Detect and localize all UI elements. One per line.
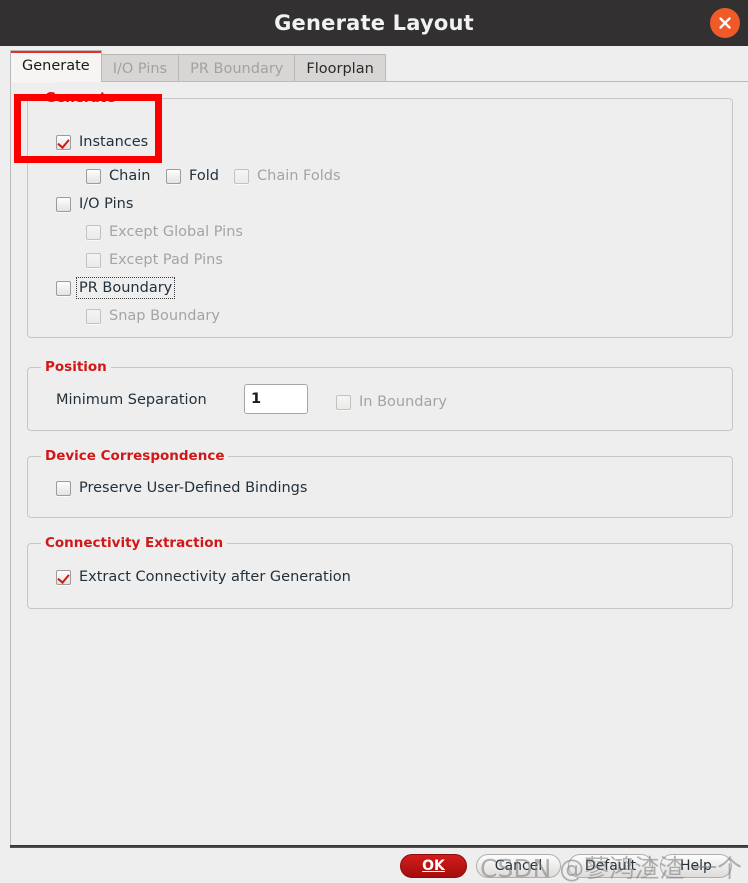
ok-button-label: OK (422, 858, 445, 874)
checkbox-snap-boundary (86, 308, 101, 324)
checkbox-row-snap-boundary: Snap Boundary (86, 306, 220, 326)
ok-button[interactable]: OK (400, 854, 467, 878)
tab-pr-boundary: PR Boundary (178, 54, 296, 82)
checkbox-row-chain[interactable]: Chain (86, 166, 150, 186)
checkbox-fold[interactable] (166, 168, 181, 184)
checkbox-instances[interactable] (56, 134, 71, 150)
tab-panel-generate: Generate Instances Chain Fold Chain Fold… (10, 81, 748, 845)
tab-panel-seam (11, 82, 56, 83)
checkbox-row-preserve-bindings[interactable]: Preserve User-Defined Bindings (56, 478, 307, 498)
checkbox-row-instances[interactable]: Instances (56, 132, 148, 152)
checkbox-row-fold[interactable]: Fold (166, 166, 219, 186)
checkbox-extract-connectivity[interactable] (56, 569, 71, 585)
checkbox-fold-label: Fold (189, 168, 219, 184)
checkbox-preserve-bindings[interactable] (56, 480, 71, 496)
help-button-label: Help (680, 858, 712, 874)
checkbox-in-boundary-label: In Boundary (359, 394, 447, 410)
minimum-separation-label: Minimum Separation (56, 392, 207, 408)
checkbox-io-pins[interactable] (56, 196, 71, 212)
checkbox-row-chain-folds: Chain Folds (234, 166, 341, 186)
checkbox-io-pins-label: I/O Pins (79, 196, 134, 212)
minimum-separation-input[interactable] (244, 384, 308, 414)
checkbox-row-except-pad-pins: Except Pad Pins (86, 250, 223, 270)
checkbox-chain-folds (234, 168, 249, 184)
checkbox-except-pad-pins (86, 252, 101, 268)
checkbox-extract-connectivity-label: Extract Connectivity after Generation (79, 569, 351, 585)
checkbox-except-global-pins (86, 224, 101, 240)
generate-layout-dialog: Generate Layout Generate I/O Pins PR Bou… (0, 0, 748, 883)
checkbox-row-in-boundary: In Boundary (336, 392, 447, 412)
cancel-button-label: Cancel (494, 858, 543, 874)
checkbox-row-extract-connectivity[interactable]: Extract Connectivity after Generation (56, 567, 351, 587)
group-position: Position Minimum Separation In Boundary (27, 359, 733, 431)
checkbox-preserve-bindings-label: Preserve User-Defined Bindings (79, 480, 308, 496)
tab-io-pins: I/O Pins (100, 54, 180, 82)
title-bar: Generate Layout (0, 0, 748, 47)
group-device-correspondence: Device Correspondence Preserve User-Defi… (27, 448, 733, 518)
dialog-button-bar: OK Cancel Default Help (0, 848, 748, 883)
checkbox-chain[interactable] (86, 168, 101, 184)
checkbox-chain-label: Chain (109, 168, 151, 184)
group-device-correspondence-title: Device Correspondence (41, 448, 229, 464)
checkbox-chain-folds-label: Chain Folds (257, 168, 341, 184)
group-generate-title: Generate (41, 90, 120, 106)
group-position-title: Position (41, 359, 111, 375)
checkbox-in-boundary (336, 394, 351, 410)
tab-bar: Generate I/O Pins PR Boundary Floorplan (0, 46, 748, 82)
checkbox-except-global-pins-label: Except Global Pins (109, 224, 243, 240)
group-generate: Generate Instances Chain Fold Chain Fold… (27, 90, 733, 338)
window-title: Generate Layout (274, 11, 474, 35)
checkbox-row-pr-boundary[interactable]: PR Boundary (56, 277, 176, 299)
checkbox-instances-label: Instances (79, 134, 149, 150)
group-connectivity-extraction-title: Connectivity Extraction (41, 535, 228, 551)
checkbox-row-io-pins[interactable]: I/O Pins (56, 194, 133, 214)
help-button[interactable]: Help (660, 854, 732, 878)
checkbox-except-pad-pins-label: Except Pad Pins (109, 252, 223, 268)
tab-strip: Generate I/O Pins PR Boundary Floorplan (10, 50, 386, 82)
default-button[interactable]: Default (568, 854, 653, 878)
default-button-label: Default (584, 858, 637, 874)
group-connectivity-extraction: Connectivity Extraction Extract Connecti… (27, 535, 733, 609)
checkbox-pr-boundary[interactable] (56, 280, 71, 296)
checkbox-row-except-global-pins: Except Global Pins (86, 222, 243, 242)
tab-floorplan[interactable]: Floorplan (294, 54, 386, 82)
checkbox-snap-boundary-label: Snap Boundary (109, 308, 220, 324)
cancel-button[interactable]: Cancel (476, 854, 561, 878)
close-icon[interactable] (710, 8, 740, 38)
tab-generate[interactable]: Generate (10, 50, 102, 82)
checkbox-pr-boundary-label: PR Boundary (75, 277, 176, 299)
